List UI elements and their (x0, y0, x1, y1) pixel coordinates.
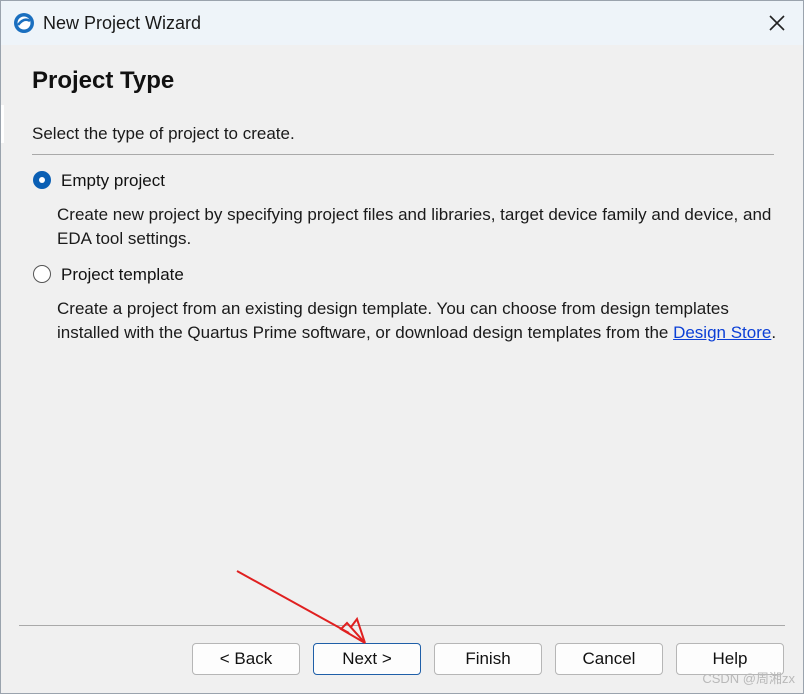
empty-project-radio[interactable] (33, 171, 51, 189)
template-description-end: . (771, 323, 777, 342)
finish-button[interactable]: Finish (434, 643, 542, 675)
page-subtitle: Select the type of project to create. (32, 124, 295, 143)
left-accent-bar (1, 105, 4, 143)
cancel-button[interactable]: Cancel (555, 643, 663, 675)
quartus-logo-icon (14, 13, 34, 33)
template-description-text: Create a project from an existing design… (57, 299, 729, 342)
page-title: Project Type (32, 67, 175, 94)
next-button[interactable]: Next > (313, 643, 421, 675)
watermark: CSDN @周湘zx (702, 671, 795, 686)
empty-project-label[interactable]: Empty project (61, 171, 165, 191)
window-title: New Project Wizard (43, 13, 202, 33)
title-bar: New Project Wizard (1, 1, 803, 45)
empty-project-description: Create new project by specifying project… (57, 205, 772, 248)
project-template-description: Create a project from an existing design… (57, 297, 787, 345)
divider (32, 154, 774, 155)
wizard-content: Project Type Select the type of project … (1, 45, 803, 693)
button-divider (19, 625, 785, 626)
back-button[interactable]: < Back (192, 643, 300, 675)
project-template-label[interactable]: Project template (61, 265, 184, 285)
design-store-link[interactable]: Design Store (673, 323, 771, 342)
new-project-wizard-window: New Project Wizard Project Type Select t… (0, 0, 804, 694)
close-icon[interactable] (765, 11, 789, 35)
project-template-radio[interactable] (33, 265, 51, 283)
